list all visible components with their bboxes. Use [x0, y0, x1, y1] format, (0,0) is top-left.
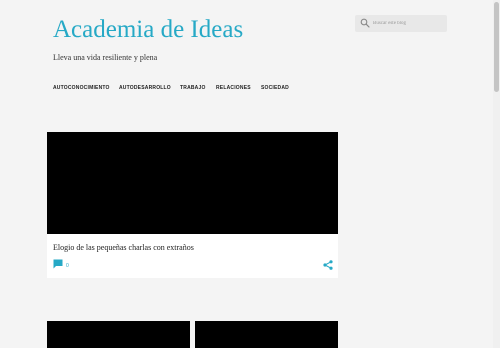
comment-icon[interactable] [53, 259, 63, 269]
comment-count[interactable]: 0 [66, 263, 69, 269]
post-thumbnail[interactable] [47, 132, 338, 234]
post-card: Elogio de las pequeñas charlas con extra… [47, 132, 338, 278]
nav-item-autoconocimiento[interactable]: AUTOCONOCIMIENTO [53, 85, 110, 91]
blog-tagline: Lleva una vida resiliente y plena [53, 53, 158, 62]
nav-item-sociedad[interactable]: SOCIEDAD [261, 85, 289, 91]
post-thumbnail[interactable] [195, 321, 338, 348]
nav-item-trabajo[interactable]: TRABAJO [180, 85, 206, 91]
nav-item-autodesarrollo[interactable]: AUTODESARROLLO [119, 85, 171, 91]
share-icon[interactable] [323, 260, 333, 270]
post-thumbnail[interactable] [47, 321, 190, 348]
post-title[interactable]: Elogio de las pequeñas charlas con extra… [53, 243, 323, 252]
scrollbar-thumb[interactable] [494, 2, 499, 92]
nav-item-relaciones[interactable]: RELACIONES [216, 85, 251, 91]
blog-title[interactable]: Academia de Ideas [53, 16, 243, 44]
scrollbar[interactable] [493, 0, 500, 348]
search-box[interactable] [355, 15, 447, 32]
search-icon[interactable] [360, 18, 370, 28]
search-input[interactable] [373, 16, 443, 30]
